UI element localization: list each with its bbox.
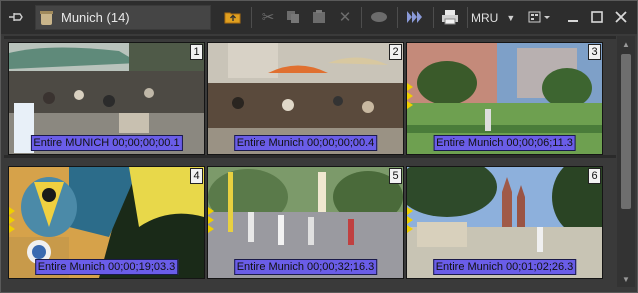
chevron-down-icon: ▼ bbox=[506, 13, 516, 23]
clip-caption: Entire Munich 00;00;06;11.3 bbox=[433, 135, 576, 151]
clip-caption: Entire Munich 00;00;00;00.4 bbox=[233, 135, 378, 151]
mru-label: MRU bbox=[471, 11, 499, 25]
cue-marker-icon bbox=[9, 225, 15, 233]
cue-marker-icon bbox=[407, 92, 413, 100]
close-icon[interactable] bbox=[612, 6, 630, 28]
cue-marker-icon bbox=[407, 101, 413, 109]
scroll-down-icon[interactable]: ▼ bbox=[617, 271, 635, 287]
cue-marker-icon bbox=[407, 225, 413, 233]
toolbar-separator bbox=[251, 7, 252, 28]
cue-marker-icon bbox=[208, 216, 214, 224]
cue-marker-icon bbox=[9, 207, 15, 215]
clip-thumbnail[interactable]: 4 Entire Munich 00;00;19;03.3 bbox=[8, 166, 205, 279]
row-divider bbox=[4, 155, 616, 158]
clip-index-badge: 5 bbox=[389, 168, 402, 184]
toolbar-separator bbox=[361, 7, 362, 28]
clip-thumbnail[interactable]: 1 Entire MUNICH 00;00;00;00.1 bbox=[8, 42, 205, 155]
cue-marker-icon bbox=[208, 207, 214, 215]
cue-marker-icon bbox=[407, 207, 413, 215]
vertical-scrollbar[interactable]: ▲ ▼ bbox=[617, 36, 635, 287]
clip-thumbnail[interactable]: 5 Entire Munich 00;00;32;16.3 bbox=[207, 166, 404, 279]
pin-icon[interactable] bbox=[2, 4, 30, 30]
cue-marker-icon bbox=[407, 216, 413, 224]
clip-thumbnail[interactable]: 2 Entire Munich 00;00;00;00.4 bbox=[207, 42, 404, 155]
clip-caption: Entire Munich 00;00;19;03.3 bbox=[34, 259, 179, 275]
toolbar-separator bbox=[397, 7, 398, 28]
cut-icon[interactable]: ✂ bbox=[258, 6, 278, 28]
cue-marker-icon bbox=[9, 216, 15, 224]
preview-icon[interactable] bbox=[367, 6, 391, 28]
clip-index-badge: 2 bbox=[389, 44, 402, 60]
maximize-icon[interactable] bbox=[588, 6, 606, 28]
minimize-icon[interactable] bbox=[564, 6, 582, 28]
bin-icon bbox=[40, 10, 53, 25]
scroll-up-icon[interactable]: ▲ bbox=[617, 36, 635, 52]
clip-caption: Entire Munich 00;01;02;26.3 bbox=[432, 259, 577, 275]
mru-dropdown[interactable]: MRU ▼ bbox=[471, 7, 515, 29]
cue-marker-icon bbox=[208, 225, 214, 233]
bin-title: Munich (14) bbox=[61, 10, 130, 25]
delete-icon[interactable]: ✕ bbox=[335, 6, 355, 28]
clip-index-badge: 6 bbox=[588, 168, 601, 184]
toolbar-separator bbox=[433, 7, 434, 28]
bin-window: Munich (14) ✂ ✕ MRU ▼ 1 Entire MUNICH 00… bbox=[0, 0, 638, 293]
up-folder-icon[interactable] bbox=[221, 6, 245, 28]
clip-grid: 1 Entire MUNICH 00;00;00;00.1 2 Entire Mun… bbox=[4, 36, 616, 287]
copy-icon[interactable] bbox=[283, 6, 303, 28]
clip-thumbnail[interactable]: 6 Entire Munich 00;01;02;26.3 bbox=[406, 166, 603, 279]
clip-index-badge: 3 bbox=[588, 44, 601, 60]
paste-icon[interactable] bbox=[308, 6, 330, 28]
view-mode-icon[interactable] bbox=[525, 6, 555, 28]
clip-caption: Entire MUNICH 00;00;00;00.1 bbox=[30, 135, 183, 151]
scroll-thumb[interactable] bbox=[621, 54, 631, 209]
toolbar-separator bbox=[467, 7, 468, 28]
clip-index-badge: 1 bbox=[190, 44, 203, 60]
bin-selector[interactable]: Munich (14) bbox=[35, 5, 211, 30]
clip-index-badge: 4 bbox=[190, 168, 203, 184]
print-icon[interactable] bbox=[438, 6, 462, 28]
row-divider bbox=[4, 36, 616, 39]
cue-marker-icon bbox=[407, 83, 413, 91]
clip-caption: Entire Munich 00;00;32;16.3 bbox=[233, 259, 378, 275]
clip-thumbnail[interactable]: 3 Entire Munich 00;00;06;11.3 bbox=[406, 42, 603, 155]
toolbar: Munich (14) ✂ ✕ MRU ▼ bbox=[1, 1, 637, 34]
play-icon[interactable] bbox=[403, 6, 427, 28]
